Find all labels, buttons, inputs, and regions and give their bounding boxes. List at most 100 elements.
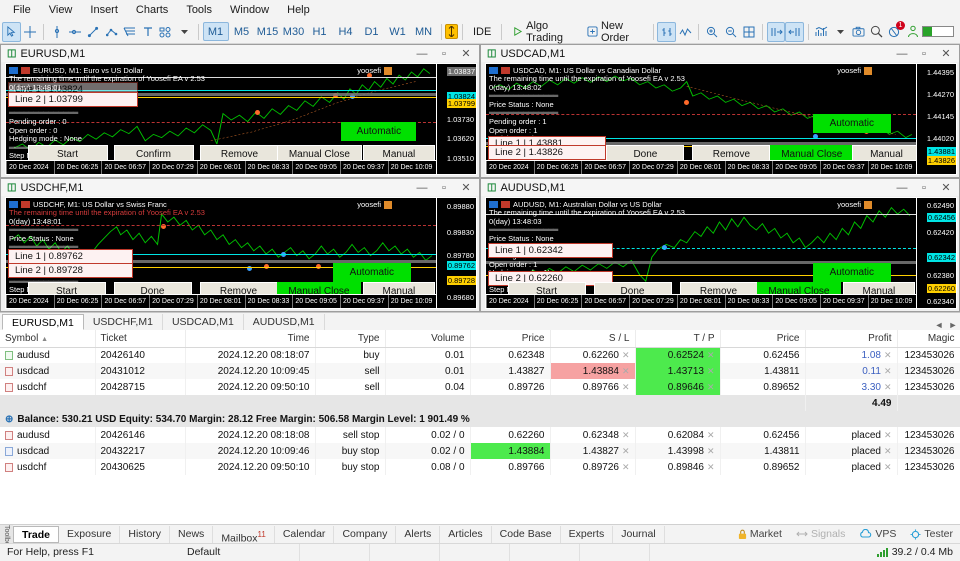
- terminal-tab-usdchf[interactable]: USDCHF,M1: [84, 314, 163, 330]
- scroll-right-icon[interactable]: ►: [946, 320, 960, 330]
- automatic-button-usdchf[interactable]: Automatic: [332, 263, 411, 283]
- cell-tp[interactable]: 0.89646 ✕: [635, 379, 721, 395]
- cell-state[interactable]: placed ✕: [805, 427, 898, 443]
- table-row[interactable]: audusd 20426140 2024.12.20 08:18:07 buy …: [0, 347, 960, 363]
- manual-button-eurusd[interactable]: Manual: [362, 144, 435, 160]
- shift-left-icon[interactable]: [785, 21, 804, 42]
- snapshot-icon[interactable]: [849, 22, 867, 42]
- timeframe-m1[interactable]: M1: [202, 22, 229, 41]
- remove-button-eurusd[interactable]: Remove: [199, 144, 280, 160]
- tab-articles[interactable]: Articles: [440, 525, 492, 543]
- manual-button-usdchf[interactable]: Manual: [362, 281, 435, 294]
- minimize-button-audusd[interactable]: —: [891, 180, 913, 195]
- menu-item-window[interactable]: Window: [221, 2, 278, 18]
- profile-icon[interactable]: [904, 22, 922, 42]
- line2-box-eurusd[interactable]: Line 2 | 1.03799: [8, 92, 138, 107]
- timeframe-w1[interactable]: W1: [385, 22, 411, 41]
- price-scale-eurusd[interactable]: 1.03837 1.03824 1.03799 1.03730 1.03620 …: [436, 64, 476, 174]
- status-profile[interactable]: Default: [180, 544, 300, 561]
- line2-box-usdchf[interactable]: Line 2 | 0.89728: [8, 263, 133, 279]
- tab-news[interactable]: News: [170, 525, 214, 543]
- indicators-icon[interactable]: [813, 22, 831, 42]
- automatic-button-audusd[interactable]: Automatic: [812, 263, 891, 283]
- market-button[interactable]: Market: [731, 528, 789, 540]
- tab-history[interactable]: History: [120, 525, 171, 543]
- close-icon[interactable]: ✕: [619, 382, 630, 392]
- timeframe-m15[interactable]: M15: [255, 22, 281, 41]
- table-row[interactable]: usdchf 20428715 2024.12.20 09:50:10 sell…: [0, 379, 960, 395]
- cell-profit[interactable]: 1.08 ✕: [805, 347, 898, 363]
- close-icon[interactable]: ✕: [881, 462, 892, 472]
- cell-sl[interactable]: 1.43884 ✕: [550, 363, 636, 379]
- close-icon[interactable]: ✕: [704, 462, 715, 472]
- close-icon[interactable]: ✕: [881, 350, 892, 360]
- remove-button-usdcad[interactable]: Remove: [692, 144, 771, 160]
- cell-tp[interactable]: 0.62084 ✕: [635, 427, 721, 443]
- cell-sl[interactable]: 0.89766 ✕: [550, 379, 636, 395]
- minimize-button-usdcad[interactable]: —: [891, 46, 913, 61]
- tab-company[interactable]: Company: [334, 525, 397, 543]
- close-icon[interactable]: ✕: [704, 430, 715, 440]
- cursor-icon[interactable]: [2, 21, 21, 42]
- col-symbol[interactable]: Symbol ▲: [0, 330, 96, 348]
- templates-icon[interactable]: [445, 24, 459, 39]
- cell-profit[interactable]: 0.11 ✕: [805, 363, 898, 379]
- chart-window-audusd[interactable]: ◫ AUDUSD,M1 — ▫ ✕ AUDUSD, M1: Australian…: [480, 178, 960, 312]
- crosshair-icon[interactable]: [21, 22, 39, 42]
- close-icon[interactable]: ✕: [704, 382, 715, 392]
- done-button-usdchf[interactable]: Done: [113, 281, 192, 294]
- close-icon[interactable]: ✕: [619, 430, 630, 440]
- tab-calendar[interactable]: Calendar: [275, 525, 335, 543]
- chart-canvas-usdchf[interactable]: USDCHF, M1: US Dollar vs Swiss Franc yoo…: [5, 197, 477, 309]
- new-order-button[interactable]: New Order: [581, 20, 649, 44]
- table-row[interactable]: usdcad 20432217 2024.12.20 10:09:46 buy …: [0, 443, 960, 459]
- maximize-button-audusd[interactable]: ▫: [913, 180, 935, 195]
- text-icon[interactable]: [139, 22, 157, 42]
- close-icon[interactable]: ✕: [619, 366, 630, 376]
- zoom-in-icon[interactable]: [703, 22, 721, 42]
- col-sl[interactable]: S / L: [550, 330, 636, 348]
- col-ticket[interactable]: Ticket: [95, 330, 186, 348]
- ide-button[interactable]: IDE: [467, 22, 497, 42]
- cell-state[interactable]: placed ✕: [805, 459, 898, 475]
- col-price-current[interactable]: Price: [720, 330, 806, 348]
- trades-table-container[interactable]: Symbol ▲ Ticket Time Type Volume Price S…: [0, 330, 960, 524]
- timeframe-m5[interactable]: M5: [229, 22, 255, 41]
- search-icon[interactable]: [868, 22, 886, 42]
- close-icon[interactable]: ✕: [704, 366, 715, 376]
- chart-canvas-audusd[interactable]: AUDUSD, M1: Australian Dollar vs US Doll…: [485, 197, 957, 309]
- vps-button[interactable]: VPS: [852, 528, 903, 540]
- cell-sl[interactable]: 0.62348 ✕: [550, 427, 636, 443]
- terminal-tab-audusd[interactable]: AUDUSD,M1: [244, 314, 325, 330]
- menu-item-tools[interactable]: Tools: [177, 2, 221, 18]
- terminal-tab-usdcad[interactable]: USDCAD,M1: [163, 314, 244, 330]
- line2-box-usdcad[interactable]: Line 2 | 1.43826: [488, 144, 606, 160]
- chart-canvas-eurusd[interactable]: EURUSD, M1: Euro vs US Dollar yoosefi Th…: [5, 63, 477, 175]
- table-row[interactable]: usdcad 20431012 2024.12.20 10:09:45 sell…: [0, 363, 960, 379]
- col-volume[interactable]: Volume: [385, 330, 471, 348]
- algo-trading-button[interactable]: Algo Trading: [506, 20, 581, 44]
- manual-close-button-audusd[interactable]: Manual Close: [756, 281, 841, 294]
- col-magic[interactable]: Magic: [897, 330, 960, 348]
- shift-right-icon[interactable]: [766, 21, 786, 42]
- cell-tp[interactable]: 0.62524 ✕: [635, 347, 721, 363]
- done-button-usdcad[interactable]: Done: [606, 144, 685, 160]
- horizontal-line-icon[interactable]: [66, 22, 84, 42]
- close-icon[interactable]: ✕: [619, 446, 630, 456]
- tester-button[interactable]: Tester: [903, 528, 960, 540]
- menu-item-file[interactable]: File: [4, 2, 40, 18]
- start-button-audusd[interactable]: Start: [507, 281, 586, 294]
- menu-item-charts[interactable]: Charts: [127, 2, 177, 18]
- remove-button-audusd[interactable]: Remove: [679, 281, 758, 294]
- automatic-button-usdcad[interactable]: Automatic: [812, 113, 891, 133]
- close-icon[interactable]: ✕: [704, 446, 715, 456]
- manual-close-button-usdchf[interactable]: Manual Close: [276, 281, 361, 294]
- menu-item-view[interactable]: View: [40, 2, 82, 18]
- expand-icon[interactable]: ⊕: [5, 414, 13, 425]
- manual-close-button-usdcad[interactable]: Manual Close: [769, 144, 854, 160]
- col-profit[interactable]: Profit: [805, 330, 898, 348]
- chevron-down-icon-2[interactable]: [831, 22, 849, 42]
- table-row[interactable]: audusd 20426146 2024.12.20 08:18:08 sell…: [0, 427, 960, 443]
- signals-button[interactable]: Signals: [789, 528, 852, 540]
- automatic-button-eurusd[interactable]: Automatic: [341, 121, 417, 141]
